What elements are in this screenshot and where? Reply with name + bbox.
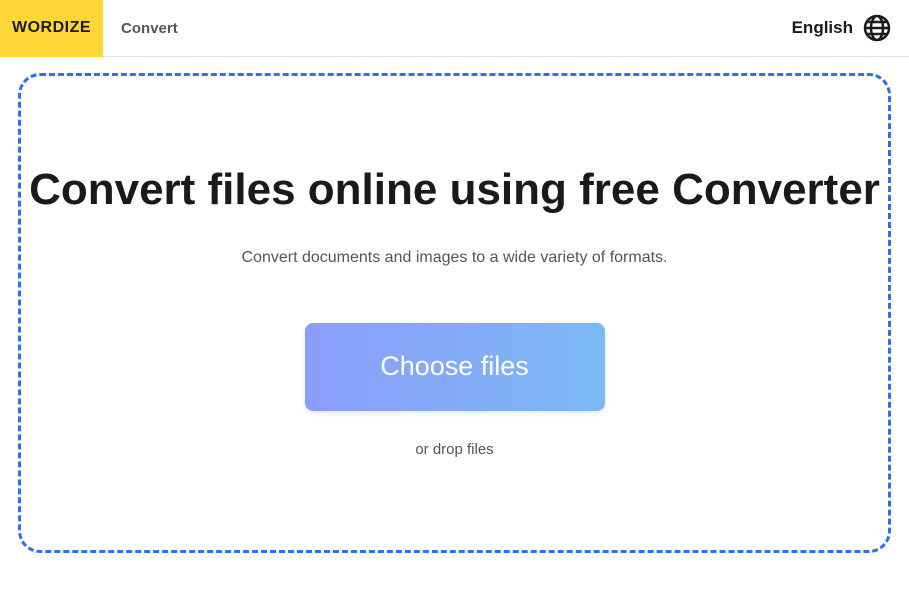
drop-files-text: or drop files (415, 441, 493, 458)
nav-convert[interactable]: Convert (103, 20, 196, 37)
language-selector[interactable]: English (792, 14, 891, 42)
globe-icon (863, 14, 891, 42)
header: WORDIZE Convert English (0, 0, 909, 57)
choose-files-button[interactable]: Choose files (305, 323, 605, 411)
logo[interactable]: WORDIZE (0, 0, 103, 57)
main-content: Convert files online using free Converte… (0, 57, 909, 569)
language-label: English (792, 18, 853, 38)
page-subtitle: Convert documents and images to a wide v… (242, 249, 668, 267)
page-title: Convert files online using free Converte… (29, 164, 880, 217)
file-dropzone[interactable]: Convert files online using free Converte… (18, 73, 891, 553)
